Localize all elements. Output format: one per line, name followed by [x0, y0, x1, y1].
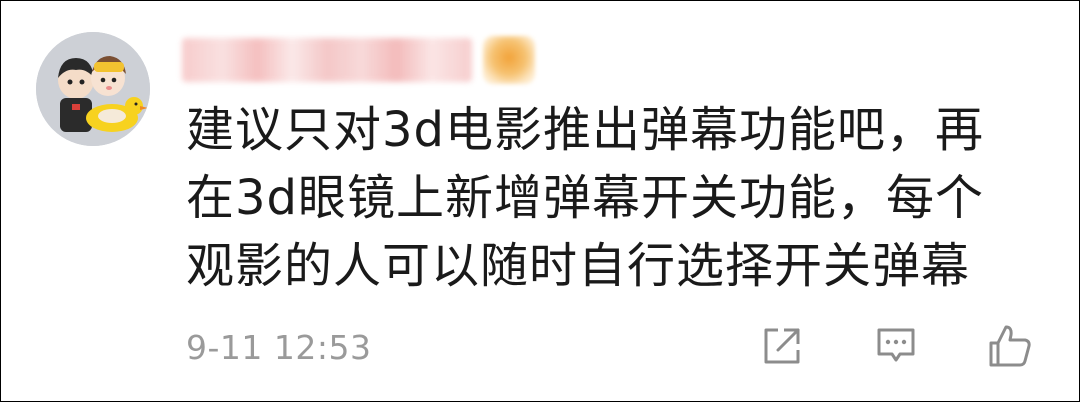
avatar-image — [36, 32, 150, 146]
comment-icon — [877, 328, 915, 362]
like-button[interactable] — [986, 322, 1034, 370]
share-icon — [764, 328, 800, 364]
user-badge-icon — [483, 36, 535, 84]
comment-card: 建议只对3d电影推出弹幕功能吧，再在3d眼镜上新增弹幕开关功能，每个观影的人可以… — [0, 0, 1080, 402]
thumbs-up-icon — [989, 325, 1031, 367]
reply-button[interactable] — [872, 322, 920, 370]
username-blurred[interactable] — [182, 38, 472, 82]
share-button[interactable] — [758, 322, 806, 370]
comment-text: 建议只对3d电影推出弹幕功能吧，再在3d眼镜上新增弹幕开关功能，每个观影的人可以… — [186, 102, 985, 294]
avatar[interactable] — [36, 32, 150, 146]
comment-timestamp: 9-11 12:53 — [186, 328, 372, 367]
